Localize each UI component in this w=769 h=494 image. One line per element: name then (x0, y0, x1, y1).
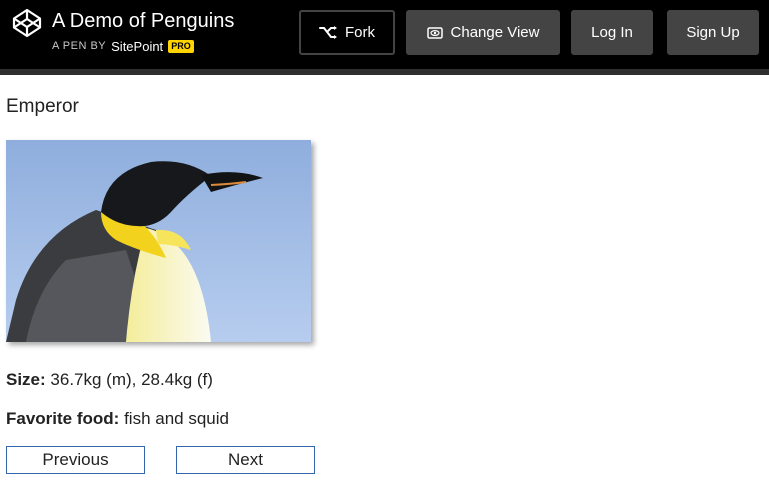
size-value: 36.7kg (m), 28.4kg (f) (45, 370, 213, 389)
pro-badge: PRO (168, 39, 194, 53)
penguin-photo (6, 140, 311, 342)
change-view-label: Change View (450, 24, 540, 41)
author-link[interactable]: SitePoint (111, 39, 163, 54)
penguin-name: Emperor (6, 96, 79, 117)
pen-header: A Demo of Penguins A PEN BY SitePoint PR… (0, 0, 769, 75)
penguin-favorite-food: Favorite food: fish and squid (6, 409, 229, 429)
penguin-size: Size: 36.7kg (m), 28.4kg (f) (6, 370, 213, 390)
pen-byline: A PEN BY SitePoint PRO (52, 38, 194, 54)
fork-label: Fork (345, 24, 375, 41)
signup-label: Sign Up (686, 24, 740, 41)
codepen-logo-icon[interactable] (12, 8, 42, 38)
size-label: Size: (6, 370, 46, 389)
pen-title: A Demo of Penguins (52, 10, 235, 32)
food-label: Favorite food: (6, 409, 120, 428)
eye-icon (426, 26, 443, 39)
food-value: fish and squid (119, 409, 229, 428)
login-button[interactable]: Log In (571, 10, 653, 55)
previous-button[interactable]: Previous (6, 446, 145, 474)
fork-button[interactable]: Fork (299, 10, 395, 55)
byline-prefix: A PEN BY (52, 40, 107, 52)
signup-button[interactable]: Sign Up (667, 10, 759, 55)
login-label: Log In (591, 24, 633, 41)
next-button[interactable]: Next (176, 446, 315, 474)
change-view-button[interactable]: Change View (406, 10, 560, 55)
fork-icon (319, 25, 337, 39)
